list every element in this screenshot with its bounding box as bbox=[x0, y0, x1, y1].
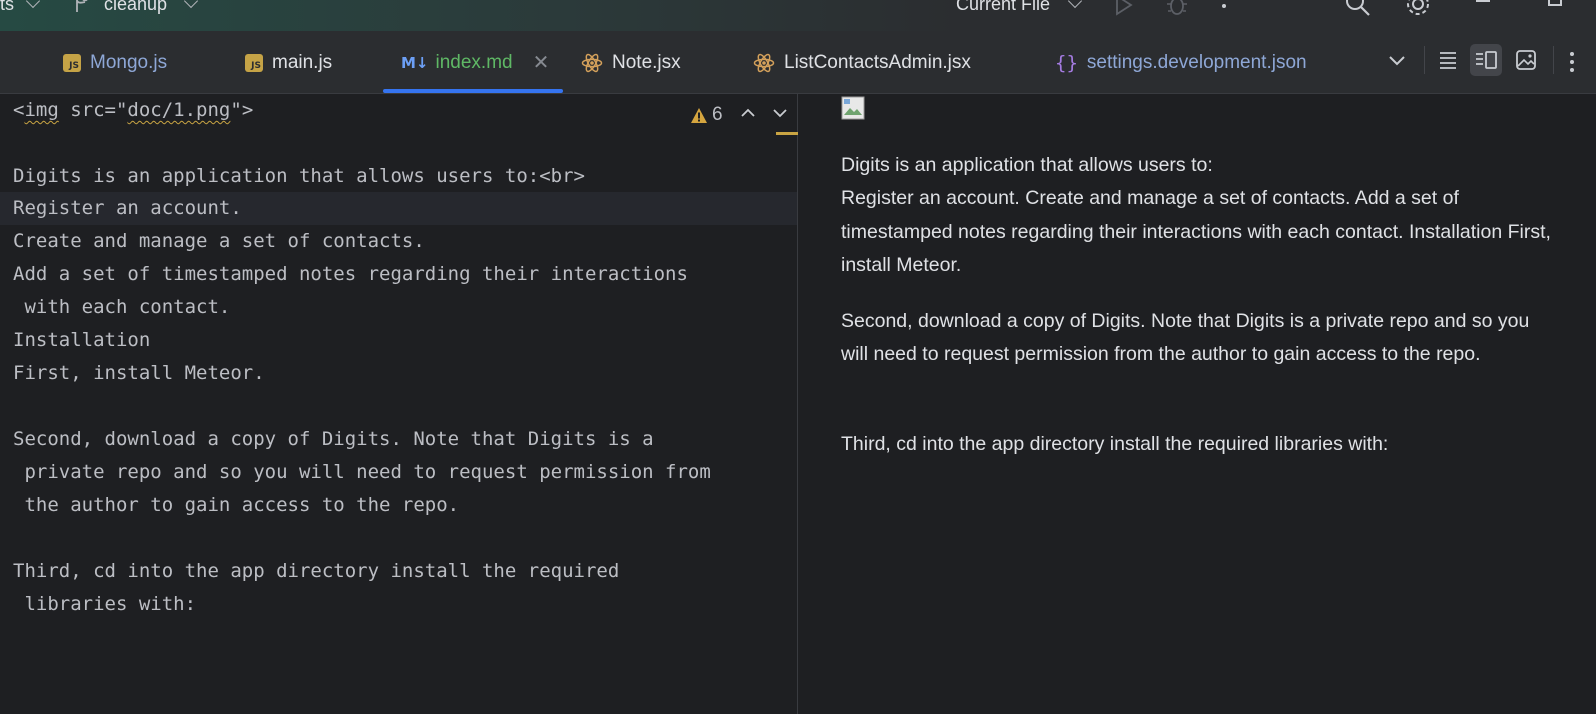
tab-list-contacts-admin-jsx[interactable]: ListContactsAdmin.jsx bbox=[753, 31, 971, 94]
tab-label: Mongo.js bbox=[90, 51, 168, 73]
toolbar-divider bbox=[1553, 46, 1554, 74]
tab-list-chevron-down-icon[interactable] bbox=[1388, 55, 1406, 67]
tab-label: ListContactsAdmin.jsx bbox=[784, 51, 971, 73]
warning-count: 6 bbox=[712, 104, 723, 125]
markdown-editor[interactable]: <img src="doc/1.png"> Digits is an appli… bbox=[0, 94, 798, 714]
react-file-icon bbox=[581, 53, 603, 72]
react-file-icon bbox=[753, 53, 775, 72]
tab-note-jsx[interactable]: Note.jsx bbox=[581, 31, 681, 94]
tab-main-js[interactable]: JS main.js bbox=[245, 31, 332, 94]
code-line-1[interactable]: <img src="doc/1.png"> bbox=[13, 94, 253, 127]
broken-image-icon bbox=[841, 96, 865, 120]
project-name[interactable]: ts bbox=[0, 0, 14, 15]
tab-mongo-js[interactable]: JS Mongo.js bbox=[63, 31, 167, 94]
tab-label: main.js bbox=[272, 51, 333, 73]
error-stripe-marker[interactable] bbox=[776, 132, 798, 135]
markdown-file-icon: M↓ bbox=[401, 53, 429, 72]
split-view-button[interactable] bbox=[1470, 44, 1502, 76]
title-bar: ts cleanup Current File bbox=[0, 0, 1596, 31]
editor-only-view-button[interactable] bbox=[1432, 44, 1464, 76]
code-line[interactable]: libraries with: bbox=[13, 588, 196, 621]
code-line[interactable]: First, install Meteor. bbox=[13, 357, 265, 390]
editor-tab-bar: JS Mongo.js JS main.js M↓ index.md ✕ Not… bbox=[0, 31, 1596, 94]
preview-paragraph-3: Third, cd into the app directory install… bbox=[841, 433, 1389, 455]
warning-icon bbox=[691, 107, 707, 123]
code-line[interactable]: Register an account. bbox=[13, 192, 242, 225]
run-config-chevron-down-icon[interactable] bbox=[1067, 0, 1083, 9]
code-line[interactable]: Add a set of timestamped notes regarding… bbox=[13, 258, 688, 291]
project-chevron-down-icon[interactable] bbox=[25, 0, 41, 9]
code-line[interactable]: Third, cd into the app directory install… bbox=[13, 555, 619, 588]
tab-index-md[interactable]: M↓ index.md ✕ bbox=[383, 31, 563, 94]
javascript-file-icon: JS bbox=[63, 53, 81, 72]
preview-paragraph-2: Second, download a copy of Digits. Note … bbox=[841, 310, 1530, 366]
close-tab-icon[interactable]: ✕ bbox=[533, 50, 550, 75]
image-preview-icon bbox=[1516, 50, 1536, 70]
markdown-preview: Digits is an application that allows use… bbox=[799, 94, 1596, 714]
branch-chevron-down-icon[interactable] bbox=[183, 0, 199, 9]
more-icon[interactable] bbox=[1568, 51, 1576, 73]
code-line[interactable]: with each contact. bbox=[13, 291, 230, 324]
lines-icon bbox=[1440, 52, 1456, 69]
branch-name[interactable]: cleanup bbox=[104, 0, 167, 15]
code-line[interactable]: private repo and so you will need to req… bbox=[13, 456, 710, 489]
tab-settings-development-json[interactable]: {} settings.development.json bbox=[1055, 31, 1307, 94]
code-line[interactable]: the author to gain access to the repo. bbox=[13, 489, 459, 522]
maximize-icon[interactable] bbox=[1548, 0, 1562, 6]
more-actions-icon[interactable] bbox=[1220, 0, 1228, 14]
branch-icon bbox=[76, 0, 88, 12]
javascript-file-icon: JS bbox=[245, 53, 263, 72]
split-editor-preview-icon bbox=[1476, 51, 1497, 69]
preview-only-view-button[interactable] bbox=[1510, 44, 1542, 76]
tab-label: Note.jsx bbox=[612, 51, 681, 73]
inspection-widget[interactable]: 6 bbox=[690, 101, 723, 129]
code-line[interactable]: Digits is an application that allows use… bbox=[13, 160, 585, 193]
previous-highlight-chevron-up-icon[interactable] bbox=[740, 107, 756, 119]
minimize-icon[interactable] bbox=[1476, 0, 1490, 2]
search-icon[interactable] bbox=[1344, 0, 1372, 18]
next-highlight-chevron-down-icon[interactable] bbox=[772, 107, 788, 119]
debug-icon[interactable] bbox=[1165, 0, 1189, 16]
toolbar-divider bbox=[1424, 46, 1425, 74]
tab-label: index.md bbox=[435, 51, 513, 73]
gear-icon[interactable] bbox=[1404, 0, 1432, 18]
code-line[interactable]: Create and manage a set of contacts. bbox=[13, 225, 425, 258]
code-line[interactable]: Second, download a copy of Digits. Note … bbox=[13, 423, 654, 456]
json-file-icon: {} bbox=[1055, 51, 1078, 74]
tab-label: settings.development.json bbox=[1086, 51, 1307, 73]
preview-paragraph-1: Digits is an application that allows use… bbox=[841, 154, 1551, 276]
run-icon[interactable] bbox=[1112, 0, 1134, 16]
run-config-selector[interactable]: Current File bbox=[956, 0, 1050, 15]
code-line[interactable]: Installation bbox=[13, 324, 150, 357]
